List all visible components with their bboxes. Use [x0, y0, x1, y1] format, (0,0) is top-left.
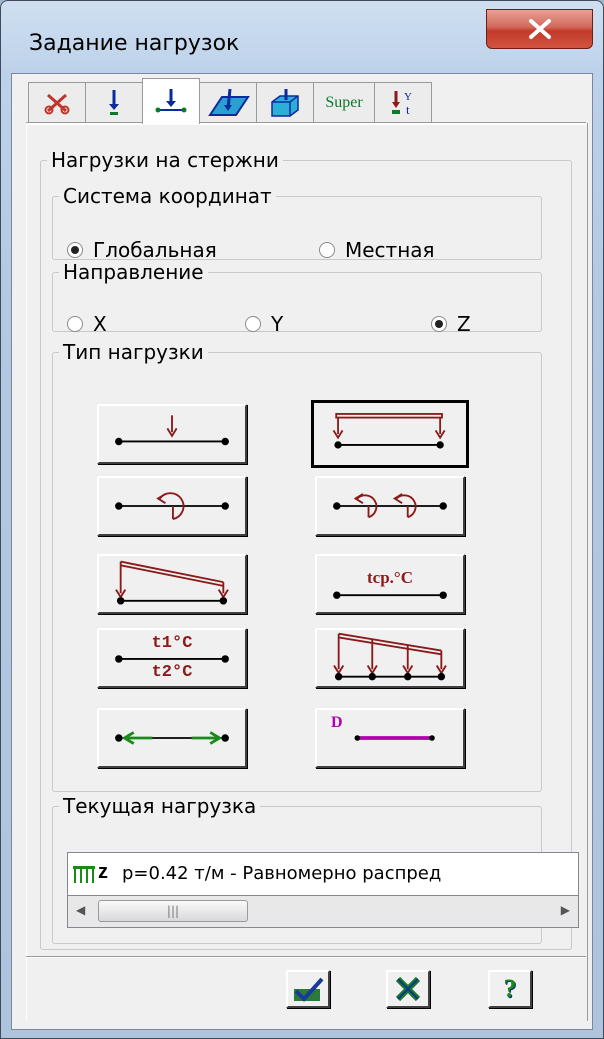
uniform-distributed-icon	[332, 413, 446, 449]
displacement-button[interactable]: D	[315, 708, 465, 768]
help-icon: ?	[503, 974, 517, 1003]
radio-x-dot[interactable]	[67, 316, 83, 332]
delete-icon	[395, 976, 421, 1002]
bar-loads-title: Нагрузки на стержни	[51, 148, 279, 172]
radio-global[interactable]: Глобальная	[67, 238, 217, 262]
tab-temperature-load[interactable]: Yt	[374, 82, 432, 122]
direction-title: Направление	[63, 260, 204, 284]
radio-z-dot[interactable]	[431, 316, 447, 332]
tab-bar-load[interactable]	[142, 78, 200, 124]
apply-icon	[294, 977, 324, 1002]
close-icon	[528, 19, 551, 39]
multi-trapezoidal-button[interactable]	[315, 628, 465, 688]
temperature-bottom-label: t2°C	[151, 663, 193, 682]
load-type-title: Тип нагрузки	[63, 340, 204, 364]
trapezoidal-load-button[interactable]	[97, 554, 247, 614]
current-load-title: Текущая нагрузка	[63, 794, 257, 818]
solid-load-icon	[271, 88, 299, 117]
radio-local[interactable]: Местная	[319, 238, 435, 262]
radio-y[interactable]: Y	[245, 312, 283, 336]
radio-x-label: X	[93, 312, 107, 336]
tab-scissors[interactable]	[28, 82, 86, 122]
delete-button[interactable]	[386, 970, 430, 1008]
apply-button[interactable]	[286, 970, 330, 1008]
current-load-text: p=0.42 т/м - Равномерно распред	[122, 863, 442, 884]
load-assignment-window: Задание нагрузок Super Yt Нагрузки на ст…	[0, 0, 604, 1039]
radio-y-label: Y	[271, 312, 284, 336]
radio-global-label: Глобальная	[93, 238, 217, 262]
scroll-right-icon[interactable]: ▶	[561, 903, 570, 917]
footer-separator	[26, 956, 586, 958]
temperature-top-label: t1°C	[151, 634, 193, 653]
distributed-moment-icon	[333, 493, 447, 519]
uniform-load-small-icon	[73, 866, 95, 883]
radio-y-dot[interactable]	[245, 316, 261, 332]
radio-local-dot[interactable]	[319, 242, 335, 258]
concentrated-moment-icon	[115, 492, 229, 520]
radio-local-label: Местная	[345, 238, 435, 262]
temperature-gradient-button[interactable]: t1°C t2°C	[97, 628, 247, 688]
trapezoidal-load-icon	[115, 560, 229, 605]
temperature-load-icon: Yt	[392, 90, 412, 117]
radio-global-dot[interactable]	[67, 242, 83, 258]
radio-z[interactable]: Z	[431, 312, 471, 336]
svg-text:t: t	[406, 102, 410, 117]
load-type-group: Тип нагрузки tср.°C t1°C t2°C D	[52, 340, 542, 792]
close-button[interactable]	[486, 9, 593, 49]
super-label: Super	[325, 93, 363, 111]
current-load-list[interactable]: z p=0.42 т/м - Равномерно распред	[67, 852, 579, 896]
tab-solid-load[interactable]	[256, 82, 314, 122]
scroll-left-icon[interactable]: ◀	[76, 903, 85, 917]
plate-load-icon	[208, 88, 250, 116]
axial-force-button[interactable]	[97, 708, 247, 768]
scissors-icon	[44, 93, 70, 114]
concentrated-force-button[interactable]	[97, 404, 247, 464]
displacement-label: D	[331, 714, 343, 731]
bar-load-icon	[155, 88, 187, 112]
dialog-client: Super Yt Нагрузки на стержни Система коо…	[11, 73, 593, 1030]
distributed-moment-button[interactable]	[315, 476, 465, 536]
coordinate-system-title: Система координат	[63, 184, 272, 208]
window-title: Задание нагрузок	[29, 31, 240, 56]
scroll-thumb[interactable]: |||	[98, 900, 248, 922]
tab-super[interactable]: Super	[313, 82, 375, 122]
tab-node-load[interactable]	[85, 82, 143, 122]
direction-group: Направление X Y Z	[52, 260, 542, 336]
axial-force-icon	[115, 731, 229, 745]
radio-z-label: Z	[457, 312, 471, 336]
axis-badge: z	[98, 861, 108, 883]
node-load-icon	[109, 89, 119, 115]
uniform-temperature-label: tср.°C	[367, 568, 413, 587]
uniform-distributed-button[interactable]	[311, 400, 469, 468]
multi-trapezoidal-icon	[333, 632, 447, 681]
coordinate-system-group: Система координат Глобальная Местная	[52, 184, 542, 262]
tab-plate-load[interactable]	[199, 82, 257, 122]
tab-strip: Super Yt	[28, 78, 432, 124]
concentrated-moment-button[interactable]	[97, 476, 247, 536]
uniform-temperature-button[interactable]: tср.°C	[315, 554, 465, 614]
concentrated-force-icon	[115, 415, 229, 446]
radio-x[interactable]: X	[67, 312, 107, 336]
help-button[interactable]: ?	[488, 970, 532, 1008]
current-load-group: Текущая нагрузка z p=0.42 т/м - Равномер…	[52, 794, 579, 944]
horizontal-scrollbar[interactable]: ◀ ||| ▶	[67, 896, 579, 928]
